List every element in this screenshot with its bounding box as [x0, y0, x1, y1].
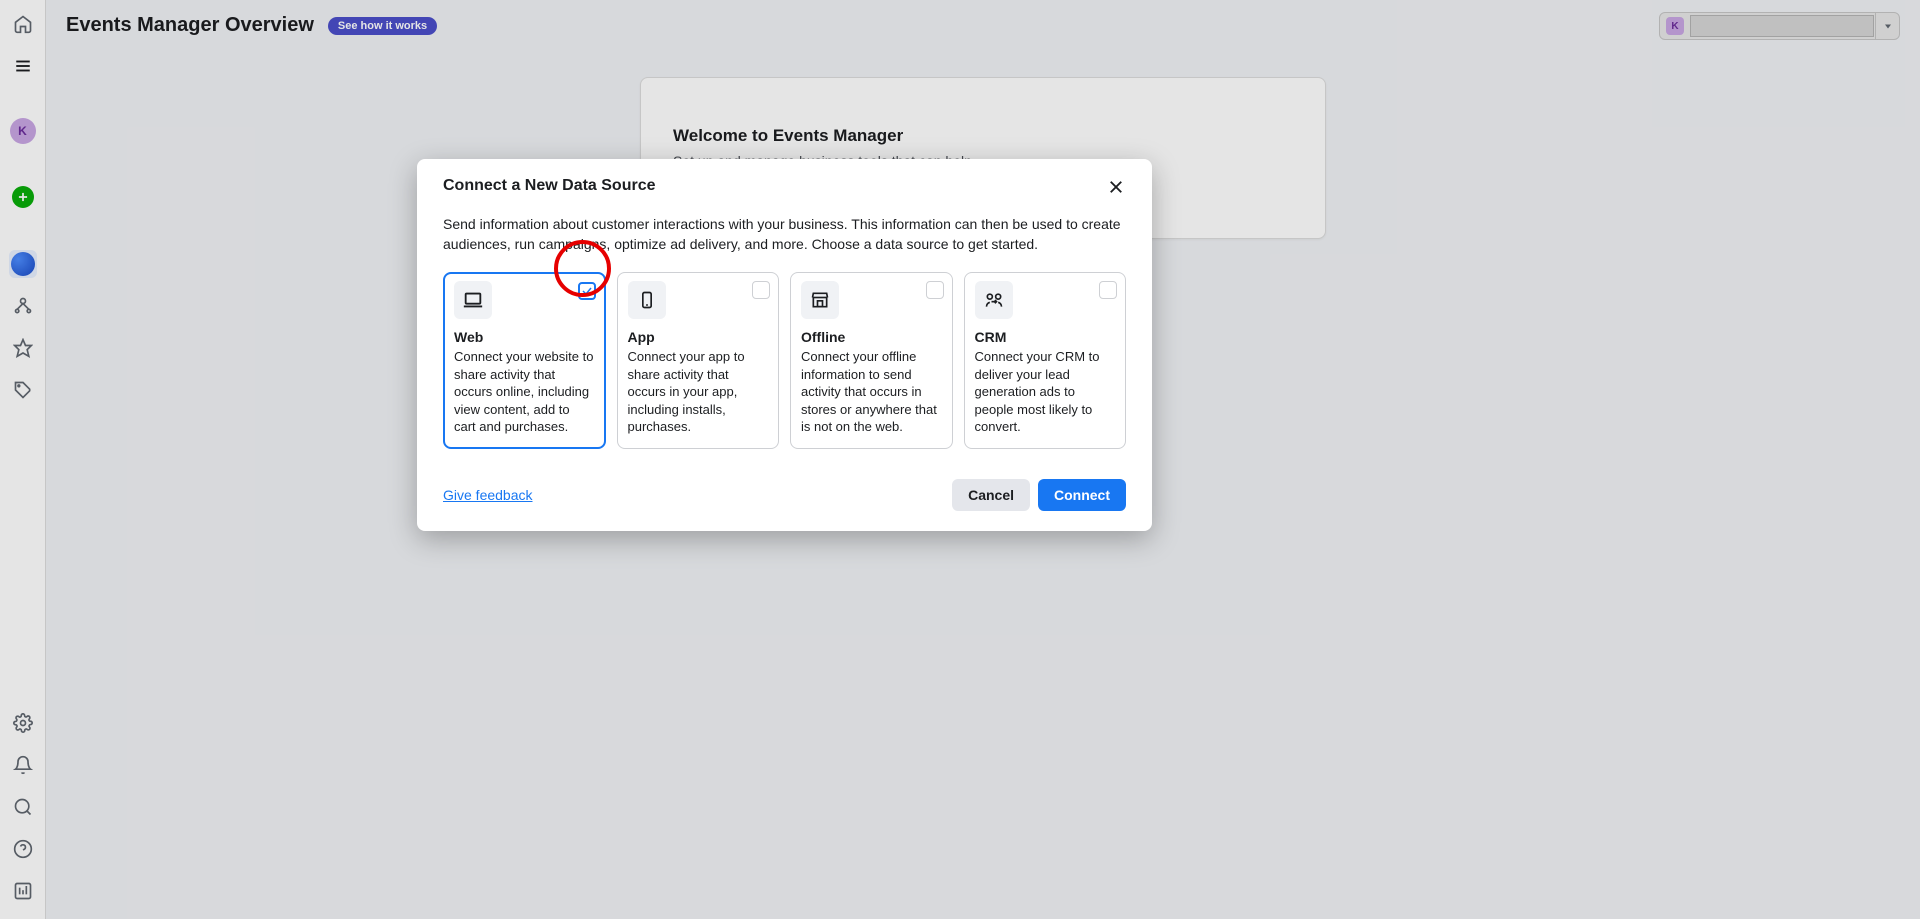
source-title-web: Web: [454, 329, 595, 345]
laptop-icon: [454, 281, 492, 319]
store-icon: [801, 281, 839, 319]
source-card-crm[interactable]: CRM Connect your CRM to deliver your lea…: [964, 272, 1127, 449]
source-card-web[interactable]: Web Connect your website to share activi…: [443, 272, 606, 449]
source-desc-crm: Connect your CRM to deliver your lead ge…: [975, 348, 1116, 436]
source-check-offline[interactable]: [926, 281, 944, 299]
source-title-crm: CRM: [975, 329, 1116, 345]
source-check-app[interactable]: [752, 281, 770, 299]
mobile-icon: [628, 281, 666, 319]
modal-description: Send information about customer interact…: [443, 215, 1126, 254]
modal-title: Connect a New Data Source: [443, 177, 656, 195]
close-icon[interactable]: [1106, 177, 1126, 197]
people-transfer-icon: [975, 281, 1013, 319]
source-card-app[interactable]: App Connect your app to share activity t…: [617, 272, 780, 449]
source-title-offline: Offline: [801, 329, 942, 345]
connect-button[interactable]: Connect: [1038, 479, 1126, 511]
source-title-app: App: [628, 329, 769, 345]
source-check-crm[interactable]: [1099, 281, 1117, 299]
source-desc-app: Connect your app to share activity that …: [628, 348, 769, 436]
source-desc-web: Connect your website to share activity t…: [454, 348, 595, 436]
connect-data-source-modal: Connect a New Data Source Send informati…: [417, 159, 1152, 531]
cancel-button[interactable]: Cancel: [952, 479, 1030, 511]
give-feedback-link[interactable]: Give feedback: [443, 487, 533, 503]
source-desc-offline: Connect your offline information to send…: [801, 348, 942, 436]
source-card-offline[interactable]: Offline Connect your offline information…: [790, 272, 953, 449]
source-check-web[interactable]: [578, 282, 596, 300]
